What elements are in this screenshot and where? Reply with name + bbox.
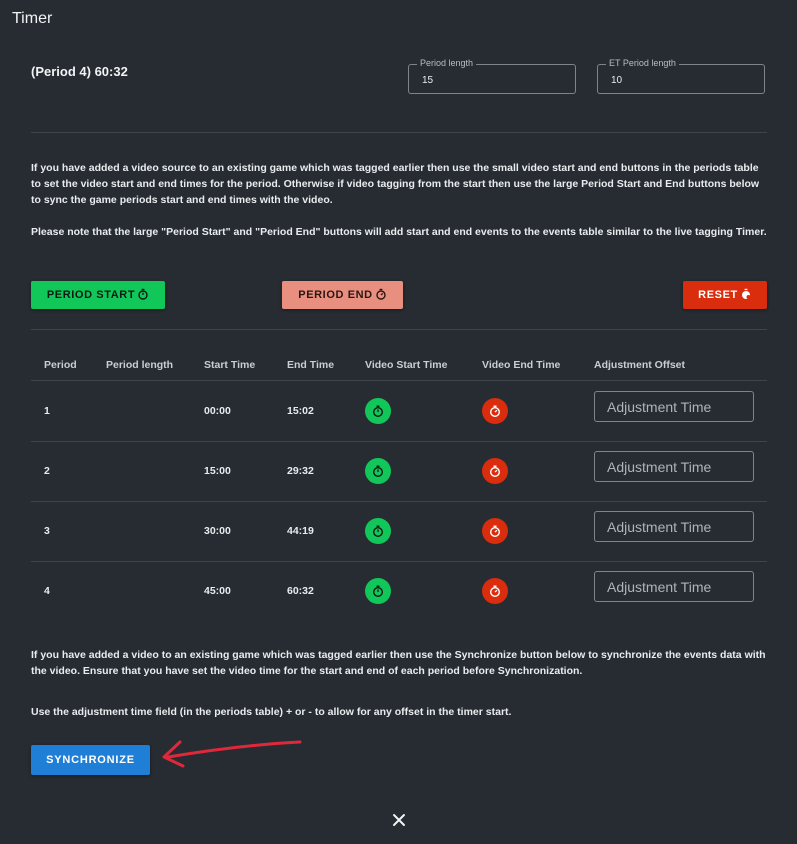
sync-info-paragraph-2: Use the adjustment time field (in the pe… xyxy=(31,706,512,718)
stopwatch-end-icon xyxy=(489,525,501,538)
instructions-paragraph-2: Please note that the large "Period Start… xyxy=(31,226,767,238)
video-end-button[interactable] xyxy=(482,518,508,544)
annotation-arrow xyxy=(162,740,302,768)
reset-button[interactable]: RESET xyxy=(683,281,767,309)
row-divider xyxy=(31,441,767,442)
close-icon[interactable] xyxy=(389,811,409,831)
video-end-button[interactable] xyxy=(482,578,508,604)
stopwatch-start-icon xyxy=(372,585,384,598)
period-length-field[interactable]: Period length 15 xyxy=(408,58,576,94)
adjustment-time-input[interactable] xyxy=(594,451,754,482)
reset-timer-icon xyxy=(740,288,752,303)
period-end-label: PERIOD END xyxy=(298,289,373,301)
period-length-label: Period length xyxy=(417,58,477,68)
instructions-paragraph-1: If you have added a video source to an e… xyxy=(31,162,760,206)
video-start-button[interactable] xyxy=(365,398,391,424)
adjustment-time-input[interactable] xyxy=(594,391,754,422)
adjustment-time-input[interactable] xyxy=(594,511,754,542)
cell-period: 4 xyxy=(44,585,50,597)
cell-start-time: 30:00 xyxy=(204,525,231,537)
et-period-length-label: ET Period length xyxy=(606,58,679,68)
stopwatch-start-icon xyxy=(372,525,384,538)
video-end-button[interactable] xyxy=(482,458,508,484)
synchronize-button[interactable]: SYNCHRONIZE xyxy=(31,745,150,775)
cell-start-time: 00:00 xyxy=(204,405,231,417)
stopwatch-start-icon xyxy=(372,405,384,418)
period-start-label: PERIOD START xyxy=(46,289,136,301)
divider xyxy=(31,132,767,133)
cell-period: 2 xyxy=(44,465,50,477)
video-start-button[interactable] xyxy=(365,518,391,544)
col-header-video-end-time: Video End Time xyxy=(482,359,561,371)
video-start-button[interactable] xyxy=(365,458,391,484)
reset-label: RESET xyxy=(698,289,738,301)
divider xyxy=(31,329,767,330)
col-header-start-time: Start Time xyxy=(204,359,256,371)
period-end-button[interactable]: PERIOD END xyxy=(282,281,403,309)
et-period-length-field[interactable]: ET Period length 10 xyxy=(597,58,765,94)
sync-info-paragraph-1: If you have added a video to an existing… xyxy=(31,649,766,677)
row-divider xyxy=(31,501,767,502)
col-header-adjustment-offset: Adjustment Offset xyxy=(594,359,686,371)
col-header-video-start-time: Video Start Time xyxy=(365,359,448,371)
dialog-title: Timer xyxy=(12,10,53,27)
cell-end-time: 60:32 xyxy=(287,585,314,597)
cell-start-time: 45:00 xyxy=(204,585,231,597)
cell-end-time: 15:02 xyxy=(287,405,314,417)
cell-start-time: 15:00 xyxy=(204,465,231,477)
row-divider xyxy=(31,380,767,381)
stopwatch-end-icon xyxy=(489,405,501,418)
video-start-button[interactable] xyxy=(365,578,391,604)
cell-end-time: 44:19 xyxy=(287,525,314,537)
col-header-end-time: End Time xyxy=(287,359,335,371)
col-header-period: Period xyxy=(44,359,77,371)
video-end-button[interactable] xyxy=(482,398,508,424)
period-length-value[interactable]: 15 xyxy=(422,75,433,86)
stopwatch-start-icon xyxy=(372,465,384,478)
cell-period: 3 xyxy=(44,525,50,537)
current-period-time: (Period 4) 60:32 xyxy=(31,64,128,79)
period-start-button[interactable]: PERIOD START xyxy=(31,281,165,309)
cell-period: 1 xyxy=(44,405,50,417)
stopwatch-icon xyxy=(375,288,387,303)
stopwatch-end-icon xyxy=(489,465,501,478)
cell-end-time: 29:32 xyxy=(287,465,314,477)
col-header-period-length: Period length xyxy=(106,359,174,371)
et-period-length-value[interactable]: 10 xyxy=(611,75,622,86)
adjustment-time-input[interactable] xyxy=(594,571,754,602)
stopwatch-icon xyxy=(137,288,149,303)
row-divider xyxy=(31,561,767,562)
stopwatch-end-icon xyxy=(489,585,501,598)
